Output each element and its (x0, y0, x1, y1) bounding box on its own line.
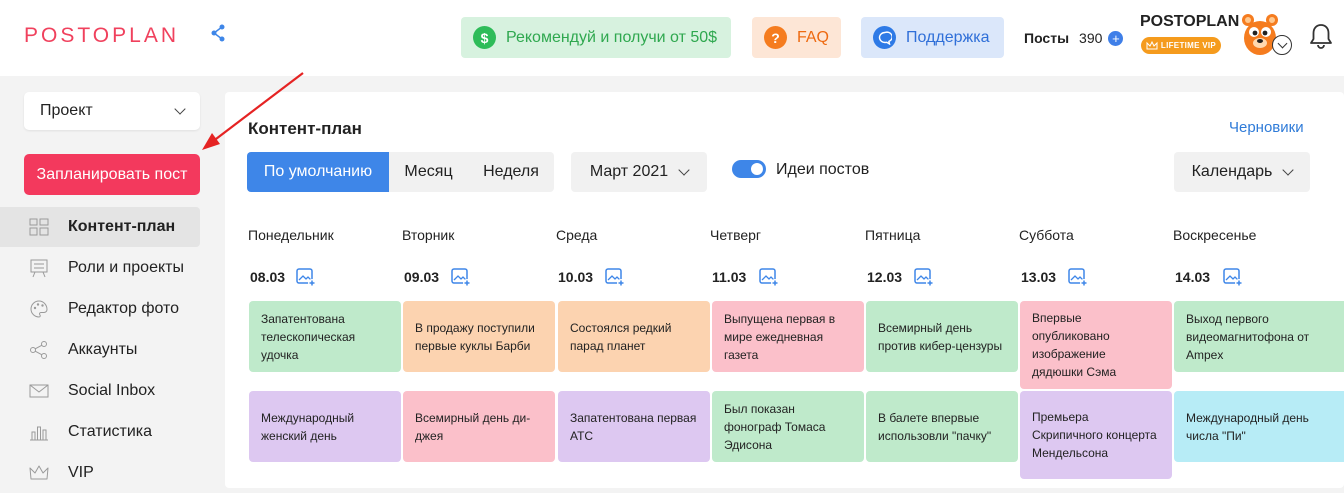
sidebar-item-accounts[interactable]: Аккаунты (0, 330, 200, 370)
ideas-label: Идеи постов (776, 161, 870, 178)
post-card[interactable]: Запатентована первая АТС (558, 391, 710, 462)
plus-icon[interactable]: + (1108, 30, 1124, 46)
month-label: Март 2021 (589, 163, 669, 180)
post-card[interactable]: Запатентована телескопическая удочка (249, 301, 401, 372)
sidebar-item-label: Social Inbox (68, 382, 156, 399)
post-card[interactable]: Премьера Скрипичного концерта Мендельсон… (1020, 391, 1172, 479)
support-button[interactable]: Поддержка (861, 17, 1004, 58)
post-card[interactable]: Впервые опубликовано изображение дядюшки… (1020, 301, 1172, 389)
post-card[interactable]: Всемирный день против кибер-цензуры (866, 301, 1018, 372)
day-date: 13.03 (1021, 269, 1057, 285)
project-label: Проект (40, 102, 93, 119)
board-icon (28, 257, 50, 279)
referral-button[interactable]: $ Рекомендуй и получи от 50$ (461, 17, 731, 58)
sidebar-item-label: Контент-план (68, 218, 176, 235)
schedule-post-button[interactable]: Запланировать пост (24, 154, 200, 195)
share-icon (211, 24, 225, 42)
bar-chart-icon (28, 421, 50, 443)
share-icon (28, 339, 50, 361)
posts-count: 390 (1079, 30, 1103, 46)
add-image-icon[interactable] (604, 266, 626, 288)
post-card[interactable]: Международный женский день (249, 391, 401, 462)
post-card[interactable]: Выпущена первая в мире ежедневная газета (712, 301, 864, 372)
day-name: Пятница (865, 227, 921, 243)
post-card[interactable]: В балете впервые использовли "пачку" (866, 391, 1018, 462)
add-image-icon[interactable] (758, 266, 780, 288)
tab-month[interactable]: Месяц (389, 152, 468, 192)
vip-badge: LIFETIME VIP (1141, 37, 1221, 54)
sidebar-item-content-plan[interactable]: Контент-план (0, 207, 200, 247)
post-card[interactable]: Всемирный день ди-джея (403, 391, 555, 462)
tab-default[interactable]: По умолчанию (247, 152, 389, 192)
support-label: Поддержка (906, 28, 990, 46)
ideas-toggle[interactable] (732, 160, 766, 178)
sidebar-item-vip[interactable]: VIP (0, 453, 200, 493)
sidebar-item-statistics[interactable]: Статистика (0, 412, 200, 452)
content-plan-panel: Контент-план Черновики По умолчанию Меся… (225, 92, 1344, 488)
post-card[interactable]: Был показан фонограф Томаса Эдисона (712, 391, 864, 462)
day-date: 09.03 (404, 269, 440, 285)
project-select[interactable]: Проект (24, 92, 200, 130)
sidebar-item-photo-editor[interactable]: Редактор фото (0, 289, 200, 329)
chevron-down-icon (1282, 164, 1295, 176)
sidebar-item-label: Статистика (68, 423, 153, 440)
faq-label: FAQ (796, 28, 829, 46)
day-date: 11.03 (712, 269, 747, 285)
add-image-icon[interactable] (450, 266, 472, 288)
crown-icon (1146, 41, 1158, 50)
chat-icon (873, 26, 896, 49)
day-name: Среда (556, 227, 598, 243)
month-select[interactable]: Март 2021 (571, 152, 707, 192)
page-title: Контент-план (248, 119, 362, 138)
calendar-select[interactable]: Календарь (1174, 152, 1310, 192)
posts-counter: Посты 390 + (1024, 30, 1124, 46)
post-card[interactable]: Выход первого видеомагнитофона от Ampex (1174, 301, 1344, 372)
post-card[interactable]: В продажу поступили первые куклы Барби (403, 301, 555, 372)
grid-icon (28, 216, 50, 238)
add-image-icon[interactable] (1222, 266, 1244, 288)
post-card[interactable]: Состоялся редкий парад планет (558, 301, 710, 372)
chevron-down-icon (678, 164, 690, 176)
chevron-down-icon (174, 103, 186, 115)
dollar-icon: $ (473, 26, 496, 49)
question-icon: ? (764, 26, 787, 49)
vip-badge-label: LIFETIME VIP (1160, 41, 1217, 50)
day-date: 08.03 (250, 269, 286, 285)
palette-icon (28, 298, 50, 320)
chevron-down-icon[interactable] (1272, 35, 1292, 55)
posts-label: Посты (1024, 30, 1070, 46)
post-card[interactable]: Международный день числа "Пи" (1174, 391, 1344, 462)
sidebar-item-social-inbox[interactable]: Social Inbox (0, 371, 200, 411)
crown-icon (28, 462, 50, 484)
drafts-link[interactable]: Черновики (1229, 119, 1304, 136)
logo[interactable]: POSTOPLAN (24, 24, 179, 48)
day-name: Вторник (402, 227, 455, 243)
referral-label: Рекомендуй и получи от 50$ (506, 28, 718, 46)
mail-icon (28, 380, 50, 402)
account-name: POSTOPLAN (1140, 13, 1240, 30)
add-image-icon[interactable] (295, 266, 317, 288)
day-date: 10.03 (558, 269, 594, 285)
top-bar: POSTOPLAN $ Рекомендуй и получи от 50$ ?… (0, 0, 1344, 76)
day-date: 14.03 (1175, 269, 1211, 285)
tab-week[interactable]: Неделя (468, 152, 554, 192)
view-switcher: По умолчанию Месяц Неделя (247, 152, 554, 192)
sidebar-item-label: Роли и проекты (68, 259, 184, 276)
day-date: 12.03 (867, 269, 903, 285)
calendar-label: Календарь (1191, 163, 1273, 180)
day-name: Понедельник (248, 227, 334, 243)
add-image-icon[interactable] (913, 266, 935, 288)
sidebar-item-label: Редактор фото (68, 300, 180, 317)
bell-icon[interactable] (1308, 22, 1334, 50)
sidebar-item-label: VIP (68, 464, 94, 481)
day-name: Четверг (710, 227, 762, 243)
faq-button[interactable]: ? FAQ (752, 17, 841, 58)
day-name: Воскресенье (1173, 227, 1257, 243)
sidebar-item-roles[interactable]: Роли и проекты (0, 248, 200, 288)
add-image-icon[interactable] (1067, 266, 1089, 288)
sidebar-item-label: Аккаунты (68, 341, 138, 358)
day-name: Суббота (1019, 227, 1074, 243)
